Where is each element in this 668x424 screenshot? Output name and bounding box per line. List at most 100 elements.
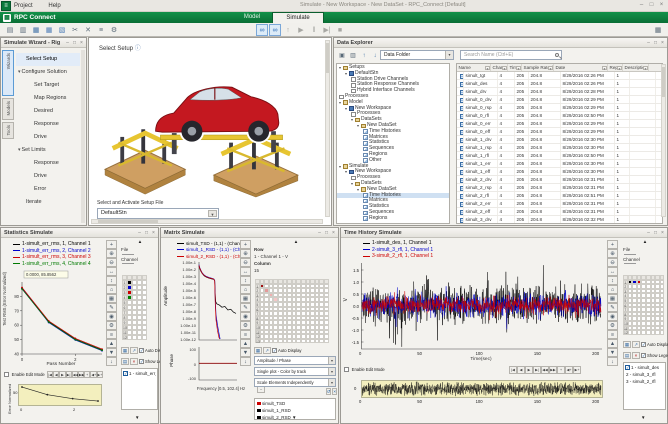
scale-up-icon[interactable]: ▲ — [106, 339, 117, 348]
plot-style-select[interactable]: Single plot - Color by track▼ — [254, 367, 336, 376]
legend-entry[interactable]: 1-simult_err_rms, 4, Channel 4 — [13, 261, 91, 268]
expand-arrow-icon[interactable]: ▾ — [18, 147, 21, 153]
minimize-icon[interactable]: – — [637, 1, 646, 9]
layers-icon[interactable]: ≡ — [106, 330, 117, 339]
edit-icon[interactable]: ✎ — [240, 303, 251, 312]
table-row[interactable]: simult_1_eff 4 205 204.8 8/29/2016 02:30… — [457, 168, 662, 176]
wizard-tree-item[interactable]: Response — [16, 157, 80, 170]
legend-entry[interactable]: 2-simult_3_rfl, 1, Channel 1 — [363, 247, 433, 254]
remove-icon[interactable]: × — [632, 352, 640, 359]
chevron-down-icon[interactable]: ▼ — [328, 368, 335, 375]
pan-horizontal-icon[interactable]: ↔ — [607, 267, 618, 276]
open-icon[interactable]: ▥ — [17, 24, 29, 36]
nav-last-button[interactable]: ▶| — [533, 366, 541, 374]
time-history-chart[interactable] — [361, 262, 603, 350]
trend-icon[interactable]: ↗ — [632, 341, 640, 348]
new-workspace-icon[interactable]: ▦ — [30, 24, 42, 36]
display-grid-icon[interactable]: ▦ — [121, 347, 129, 354]
layout-icon[interactable]: ▦ — [652, 24, 664, 36]
panel-close-icon[interactable]: × — [330, 228, 337, 238]
table-row[interactable]: simult_0_rsp 4 205 204.8 8/29/2016 02:29… — [457, 104, 662, 112]
search-icon[interactable] — [555, 53, 559, 57]
column-header[interactable]: Time (s)▼ — [508, 64, 522, 71]
chevron-down-icon[interactable]: ▼ — [445, 51, 453, 59]
trace-item[interactable]: 1 - simult_des — [625, 364, 664, 371]
side-tab[interactable]: Models — [2, 98, 14, 120]
scale-up-icon[interactable]: ▲ — [240, 339, 251, 348]
scale-down-icon[interactable]: ▼ — [240, 348, 251, 357]
step-icon[interactable]: ▶| — [321, 24, 333, 36]
fit-view-icon[interactable]: ⌂ — [240, 285, 251, 294]
table-row[interactable]: simult_1_rsp 4 205 204.8 8/29/2016 02:30… — [457, 144, 662, 152]
explorer-tree-item[interactable]: Regions — [337, 216, 449, 222]
legend-entry[interactable]: 3-simult_2_rfl, 1, Channel 1 — [363, 253, 433, 260]
list-icon[interactable]: ▤ — [121, 358, 129, 365]
filter-icon[interactable]: ▼ — [602, 66, 607, 71]
legend-entry[interactable]: 1-simult_err_rms, 1, Channel 1 — [13, 241, 91, 248]
display-grid-icon[interactable]: ▦ — [254, 347, 262, 354]
grid-icon[interactable]: ▦ — [240, 294, 251, 303]
export-plot-icon[interactable]: ↓ — [106, 357, 117, 366]
export-icon[interactable]: ↓ — [370, 51, 380, 61]
trace-item[interactable]: 3 - simult_2_rfl — [625, 378, 664, 385]
legend-entry[interactable]: simult_1_RSD - (1,1) - (Chan — [177, 247, 245, 254]
filter-icon[interactable]: ▼ — [516, 66, 521, 71]
cursor-icon[interactable]: + — [106, 240, 117, 249]
table-row[interactable]: simult_des 4 205 204.8 8/29/2016 02:26 P… — [457, 80, 662, 88]
column-header[interactable]: Name▼ — [457, 64, 491, 71]
refresh-icon[interactable]: ↺ — [326, 388, 332, 395]
panel-minimize-icon[interactable]: – — [136, 228, 143, 238]
marker-icon[interactable]: ◉ — [607, 312, 618, 321]
trace-item[interactable]: 2 - simult_3_rfl — [625, 371, 664, 378]
nav-first-button[interactable]: |◀ — [509, 366, 517, 374]
table-row[interactable]: simult_0_drv 4 205 204.8 8/29/2016 02:29… — [457, 96, 662, 104]
zoom-in-icon[interactable]: ⊕ — [607, 249, 618, 258]
filter-icon[interactable]: ▼ — [548, 66, 553, 71]
zoom-in-icon[interactable]: ⊕ — [106, 249, 117, 258]
grid-icon[interactable]: ▦ — [106, 294, 117, 303]
wizard-tree-item[interactable]: Error — [16, 183, 80, 196]
legend-entry[interactable]: 1-simult_err_rms, 2, Channel 2 — [13, 248, 91, 255]
trace-checkbox[interactable] — [123, 371, 128, 376]
scale-mode-select[interactable]: Scale Elements Independently▼ — [254, 378, 336, 387]
panel-minimize-icon[interactable]: – — [645, 38, 652, 48]
legend-entry[interactable]: 1-simult_err_rms, 3, Channel 3 — [13, 254, 91, 261]
table-row[interactable]: simult_1_rfl 4 205 204.8 8/29/2016 02:50… — [457, 152, 662, 160]
wizard-tree-item[interactable]: Drive — [16, 170, 80, 183]
column-header[interactable]: Description▼ — [623, 64, 649, 71]
nav-add-button[interactable]: + — [557, 366, 565, 374]
panel-close-icon[interactable]: × — [150, 228, 157, 238]
scale-down-icon[interactable]: ▼ — [607, 348, 618, 357]
nav-next-button[interactable]: ▶ — [525, 366, 533, 374]
collapse-down-icon[interactable]: ▼ — [641, 415, 645, 421]
clear-icon[interactable]: × — [332, 388, 337, 395]
trace-checkbox[interactable] — [625, 365, 630, 370]
grid-cell[interactable] — [324, 339, 329, 344]
display-grid-icon[interactable]: ▦ — [623, 341, 631, 348]
statistics-chart[interactable]: 8070605040020.0000, 85.8562 — [8, 268, 108, 364]
cursor-icon[interactable]: + — [240, 240, 251, 249]
nav-step-fwd-button[interactable]: ▶+ — [97, 371, 103, 378]
panel-float-icon[interactable]: □ — [143, 228, 150, 238]
collapse-up-icon[interactable]: ▲ — [623, 239, 667, 245]
panel-close-icon[interactable]: × — [78, 38, 85, 48]
trace-item[interactable]: 1 - simult_err_rms — [123, 370, 156, 377]
enable-edit-checkbox[interactable] — [4, 372, 9, 377]
setup-vertical-scrollbar[interactable] — [325, 40, 330, 217]
column-header[interactable]: Sample Rate (Hz)▼ — [522, 64, 554, 71]
trend-icon[interactable]: ↗ — [130, 347, 138, 354]
form-icon[interactable]: ≡ — [95, 24, 107, 36]
menu-project[interactable]: Project — [14, 3, 33, 9]
run-icon[interactable]: ▶ — [295, 24, 307, 36]
tools-wrench-icon[interactable]: ⚙ — [108, 24, 120, 36]
close-icon[interactable]: × — [657, 1, 666, 9]
filter-icon[interactable]: ▼ — [643, 66, 648, 71]
table-row[interactable]: simult_tgt 4 205 204.8 8/29/2016 02:26 P… — [457, 72, 662, 80]
phase-chart[interactable] — [198, 346, 238, 382]
cursor-icon[interactable]: + — [607, 240, 618, 249]
wizard-tree-item[interactable]: ▾Configure Solution — [16, 66, 80, 79]
pan-vertical-icon[interactable]: ↕ — [607, 276, 618, 285]
scale-down-icon[interactable]: ▼ — [106, 348, 117, 357]
marker-icon[interactable]: ◉ — [240, 312, 251, 321]
grid-icon[interactable]: ▦ — [607, 294, 618, 303]
